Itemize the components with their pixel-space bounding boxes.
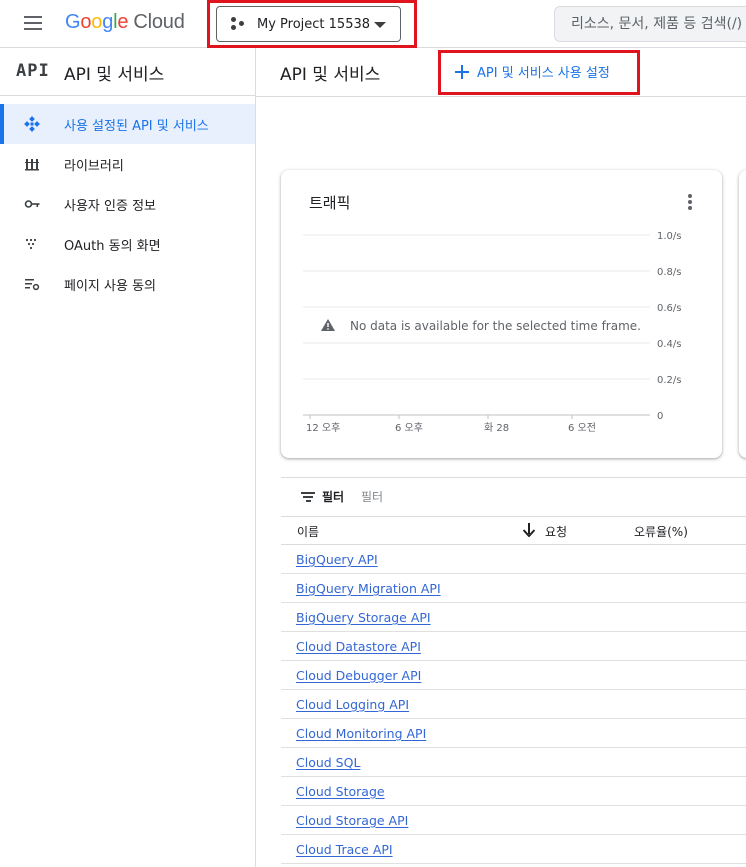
- api-link[interactable]: BigQuery Storage API: [296, 610, 431, 625]
- table-row: Cloud Logging API: [281, 690, 746, 719]
- project-icon: [231, 17, 247, 31]
- caret-down-icon: [374, 22, 386, 28]
- sidebar-item-label: 라이브러리: [64, 158, 124, 174]
- y-tick-label: 0.4/s: [657, 339, 681, 350]
- sidebar-item-label: 사용자 인증 정보: [64, 198, 156, 214]
- table-row: BigQuery Migration API: [281, 574, 746, 603]
- api-link[interactable]: BigQuery Migration API: [296, 581, 441, 596]
- sidebar-item-label: 페이지 사용 동의: [64, 278, 156, 294]
- y-tick-label: 1.0/s: [657, 231, 681, 242]
- api-link[interactable]: Cloud Monitoring API: [296, 726, 426, 741]
- x-tick-label: 6 오전: [568, 422, 596, 434]
- x-tick-label: 화 28: [484, 422, 509, 434]
- filter-icon: [301, 492, 315, 502]
- settings-list-icon: [25, 279, 40, 291]
- sidebar-header: API API 및 서비스: [0, 48, 256, 96]
- page-title: API 및 서비스: [280, 65, 381, 85]
- table-row: Cloud Debugger API: [281, 661, 746, 690]
- search-placeholder: 리소스, 문서, 제품 등 검색(/): [571, 16, 743, 32]
- table-row: Cloud Monitoring API: [281, 719, 746, 748]
- column-header-requests[interactable]: 요청: [545, 523, 567, 540]
- project-selector-button[interactable]: My Project 15538: [216, 6, 401, 42]
- logo-letter: e: [117, 11, 129, 33]
- sidebar-item-oauth-consent[interactable]: OAuth 동의 화면: [0, 224, 255, 264]
- api-logo-icon: API: [16, 61, 50, 81]
- y-tick-label: 0.8/s: [657, 267, 681, 278]
- highlight-box-enable: [438, 50, 640, 95]
- api-table-body: BigQuery API BigQuery Migration API BigQue…: [281, 545, 746, 864]
- api-link[interactable]: Cloud Storage: [296, 784, 385, 799]
- api-link[interactable]: Cloud Trace API: [296, 842, 393, 857]
- secondary-card: [739, 170, 746, 458]
- y-tick-label: 0: [657, 411, 663, 422]
- sidebar-item-label: 사용 설정된 API 및 서비스: [64, 118, 209, 134]
- sidebar-item-enabled-apis[interactable]: 사용 설정된 API 및 서비스: [0, 104, 255, 144]
- column-header-name[interactable]: 이름: [297, 523, 319, 540]
- sidebar-item-credentials[interactable]: 사용자 인증 정보: [0, 184, 255, 224]
- no-data-message: No data is available for the selected ti…: [321, 319, 641, 333]
- sidebar: API API 및 서비스 사용 설정된 API 및 서비스 라이브러리 사용자…: [0, 48, 256, 867]
- api-link[interactable]: Cloud Storage API: [296, 813, 408, 828]
- logo-letter: o: [91, 11, 103, 33]
- sidebar-nav: 사용 설정된 API 및 서비스 라이브러리 사용자 인증 정보 OAuth 동…: [0, 104, 255, 304]
- table-header: 이름 요청 오류율(%): [281, 517, 746, 545]
- search-input[interactable]: 리소스, 문서, 제품 등 검색(/): [554, 6, 746, 42]
- sidebar-item-label: OAuth 동의 화면: [64, 238, 161, 254]
- table-row: BigQuery API: [281, 545, 746, 574]
- api-link[interactable]: Cloud Datastore API: [296, 639, 421, 654]
- table-row: Cloud Trace API: [281, 835, 746, 864]
- x-tick-label: 12 오후: [306, 422, 340, 434]
- menu-icon[interactable]: [24, 16, 42, 30]
- column-header-errors[interactable]: 오류율(%): [634, 523, 688, 540]
- arrow-down-icon[interactable]: [523, 523, 535, 537]
- sidebar-item-library[interactable]: 라이브러리: [0, 144, 255, 184]
- no-data-text: No data is available for the selected ti…: [350, 319, 641, 333]
- logo-letter: G: [65, 11, 81, 33]
- filter-input[interactable]: 필터: [361, 488, 383, 505]
- sidebar-item-page-usage-agreements[interactable]: 페이지 사용 동의: [0, 264, 255, 304]
- logo-product: Cloud: [133, 11, 185, 33]
- diamond-dots-icon: [24, 116, 40, 132]
- filter-bar[interactable]: 필터 필터: [281, 477, 746, 517]
- project-name: My Project 15538: [257, 16, 371, 32]
- y-tick-label: 0.6/s: [657, 303, 681, 314]
- library-icon: [25, 159, 39, 171]
- top-bar: Google Cloud My Project 15538 리소스, 문서, 제품…: [0, 0, 746, 48]
- table-row: Cloud SQL: [281, 748, 746, 777]
- table-row: BigQuery Storage API: [281, 603, 746, 632]
- table-row: Cloud Storage: [281, 777, 746, 806]
- table-row: Cloud Storage API: [281, 806, 746, 835]
- api-link[interactable]: Cloud SQL: [296, 755, 360, 770]
- traffic-card: 트래픽 1.0/s 0.8/s 0.6/s 0.4/s 0.2/s 0 12 오후 6 오후…: [281, 170, 722, 458]
- dots-grid-icon: [25, 238, 37, 250]
- api-link[interactable]: Cloud Debugger API: [296, 668, 421, 683]
- traffic-chart: 1.0/s 0.8/s 0.6/s 0.4/s 0.2/s 0 12 오후 6 오후 화 28…: [303, 231, 681, 434]
- y-tick-label: 0.2/s: [657, 375, 681, 386]
- table-row: Cloud Datastore API: [281, 632, 746, 661]
- key-icon: [24, 200, 40, 208]
- x-tick-label: 6 오후: [395, 422, 423, 434]
- api-link[interactable]: BigQuery API: [296, 552, 378, 567]
- google-cloud-logo[interactable]: Google Cloud: [65, 11, 185, 34]
- logo-letter: o: [80, 11, 92, 33]
- logo-letter: g: [102, 11, 114, 33]
- sidebar-title: API 및 서비스: [64, 65, 165, 85]
- filter-label: 필터: [322, 490, 345, 504]
- api-link[interactable]: Cloud Logging API: [296, 697, 409, 712]
